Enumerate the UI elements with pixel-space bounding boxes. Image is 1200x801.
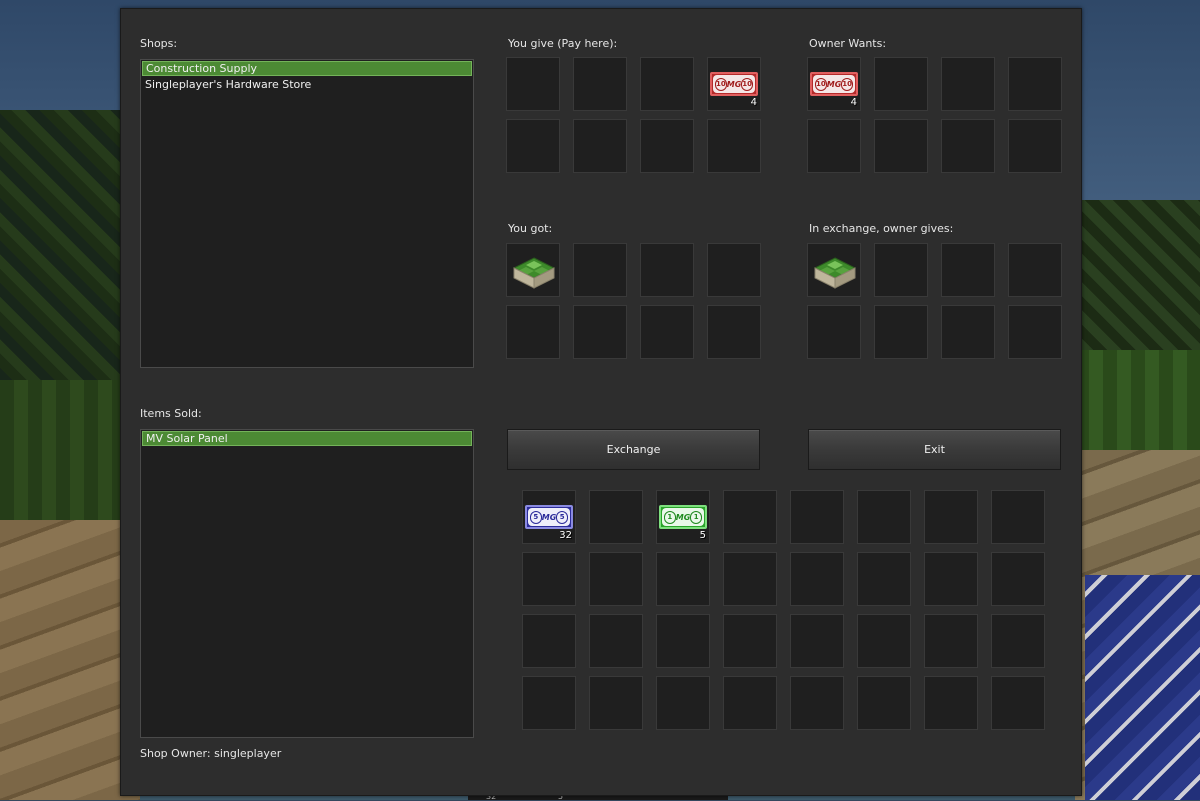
inventory-slot[interactable]	[589, 676, 643, 730]
you-got-slot[interactable]	[573, 243, 627, 297]
shop-item-hardware-store[interactable]: Singleplayer's Hardware Store	[141, 77, 473, 92]
money-note-1-icon: 1 MG 1	[659, 505, 707, 529]
you-got-slot[interactable]	[506, 243, 560, 297]
wood-planks-left	[0, 520, 140, 800]
owner-gives-slot[interactable]	[941, 243, 995, 297]
you-got-slot[interactable]	[640, 305, 694, 359]
you-give-slot[interactable]: 10 MG 10 4	[707, 57, 761, 111]
items-sold-list[interactable]: MV Solar Panel	[140, 429, 474, 738]
inventory-slot[interactable]: 1 MG 1 5	[656, 490, 710, 544]
inventory-slot[interactable]	[656, 552, 710, 606]
inventory-slot[interactable]	[790, 614, 844, 668]
inventory-slot[interactable]	[723, 490, 777, 544]
you-got-slot[interactable]	[573, 305, 627, 359]
tree-foliage-left	[0, 110, 140, 410]
owner-wants-slot[interactable]: 10 MG 10 4	[807, 57, 861, 111]
you-got-slot[interactable]	[640, 243, 694, 297]
owner-wants-slot[interactable]	[941, 119, 995, 173]
owner-wants-slot[interactable]	[941, 57, 995, 111]
money-note-10-icon: 10 MG 10	[710, 72, 758, 96]
owner-wants-slot[interactable]	[807, 119, 861, 173]
you-give-slot[interactable]	[707, 119, 761, 173]
exchange-button[interactable]: Exchange	[507, 429, 760, 470]
inventory-slot[interactable]	[723, 552, 777, 606]
inventory-slot[interactable]	[790, 676, 844, 730]
stack-count: 5	[699, 530, 706, 541]
stack-count: 32	[559, 530, 572, 541]
owner-wants-slot[interactable]	[874, 119, 928, 173]
items-sold-label: Items Sold:	[140, 407, 202, 420]
inventory-slot[interactable]	[723, 676, 777, 730]
exit-button[interactable]: Exit	[808, 429, 1061, 470]
solar-panel-icon	[513, 257, 555, 289]
stack-count: 4	[750, 97, 757, 108]
owner-gives-slot[interactable]	[1008, 305, 1062, 359]
you-got-label: You got:	[508, 222, 553, 235]
owner-wants-label: Owner Wants:	[809, 37, 887, 50]
inventory-slot[interactable]	[589, 552, 643, 606]
inventory-slot[interactable]	[991, 614, 1045, 668]
owner-gives-slot[interactable]	[807, 305, 861, 359]
you-give-slot[interactable]	[573, 119, 627, 173]
owner-gives-slot[interactable]	[941, 305, 995, 359]
inventory-slot[interactable]	[522, 676, 576, 730]
inventory-slot[interactable]	[991, 552, 1045, 606]
owner-gives-label: In exchange, owner gives:	[809, 222, 954, 235]
you-give-slot[interactable]	[506, 57, 560, 111]
inventory-slot[interactable]	[857, 490, 911, 544]
inventory-slot[interactable]	[656, 676, 710, 730]
inventory-slot[interactable]	[924, 676, 978, 730]
money-note-10-icon: 10 MG 10	[810, 72, 858, 96]
grass-left	[0, 380, 140, 540]
inventory-slot[interactable]	[857, 552, 911, 606]
owner-wants-slot[interactable]	[874, 57, 928, 111]
shop-item-construction-supply[interactable]: Construction Supply	[142, 61, 472, 76]
solar-panel-icon	[814, 257, 856, 289]
inventory-slot[interactable]	[723, 614, 777, 668]
you-give-slot[interactable]	[640, 119, 694, 173]
you-got-slot[interactable]	[707, 305, 761, 359]
inventory-slot[interactable]	[790, 490, 844, 544]
sold-item-mv-solar-panel[interactable]: MV Solar Panel	[142, 431, 472, 446]
you-give-slot[interactable]	[573, 57, 627, 111]
shops-list[interactable]: Construction Supply Singleplayer's Hardw…	[140, 59, 474, 368]
inventory-slot[interactable]	[522, 614, 576, 668]
owner-wants-slot[interactable]	[1008, 57, 1062, 111]
inventory-slot[interactable]	[589, 614, 643, 668]
you-got-slot[interactable]	[707, 243, 761, 297]
inventory-slot[interactable]	[790, 552, 844, 606]
inventory-slot[interactable]	[991, 676, 1045, 730]
inventory-slot[interactable]: 5 MG 5 32	[522, 490, 576, 544]
tree-foliage-right	[1075, 200, 1200, 360]
inventory-slot[interactable]	[924, 490, 978, 544]
inventory-slot[interactable]	[589, 490, 643, 544]
owner-gives-slot[interactable]	[1008, 243, 1062, 297]
money-block-decoration	[1085, 575, 1200, 800]
you-give-slot[interactable]	[640, 57, 694, 111]
you-got-slot[interactable]	[506, 305, 560, 359]
owner-wants-slot[interactable]	[1008, 119, 1062, 173]
inventory-slot[interactable]	[522, 552, 576, 606]
inventory-slot[interactable]	[924, 552, 978, 606]
shops-label: Shops:	[140, 37, 178, 50]
shop-dialog: Shops: Construction Supply Singleplayer'…	[120, 8, 1082, 796]
stack-count: 4	[850, 97, 857, 108]
grass-right	[1075, 350, 1200, 460]
inventory-slot[interactable]	[857, 676, 911, 730]
you-give-slot[interactable]	[506, 119, 560, 173]
inventory-slot[interactable]	[857, 614, 911, 668]
owner-gives-slot[interactable]	[874, 243, 928, 297]
inventory-slot[interactable]	[991, 490, 1045, 544]
inventory-slot[interactable]	[924, 614, 978, 668]
inventory-slot[interactable]	[656, 614, 710, 668]
owner-gives-slot[interactable]	[807, 243, 861, 297]
shop-owner-label: Shop Owner: singleplayer	[140, 747, 282, 760]
you-give-label: You give (Pay here):	[508, 37, 618, 50]
money-note-5-icon: 5 MG 5	[525, 505, 573, 529]
owner-gives-slot[interactable]	[874, 305, 928, 359]
